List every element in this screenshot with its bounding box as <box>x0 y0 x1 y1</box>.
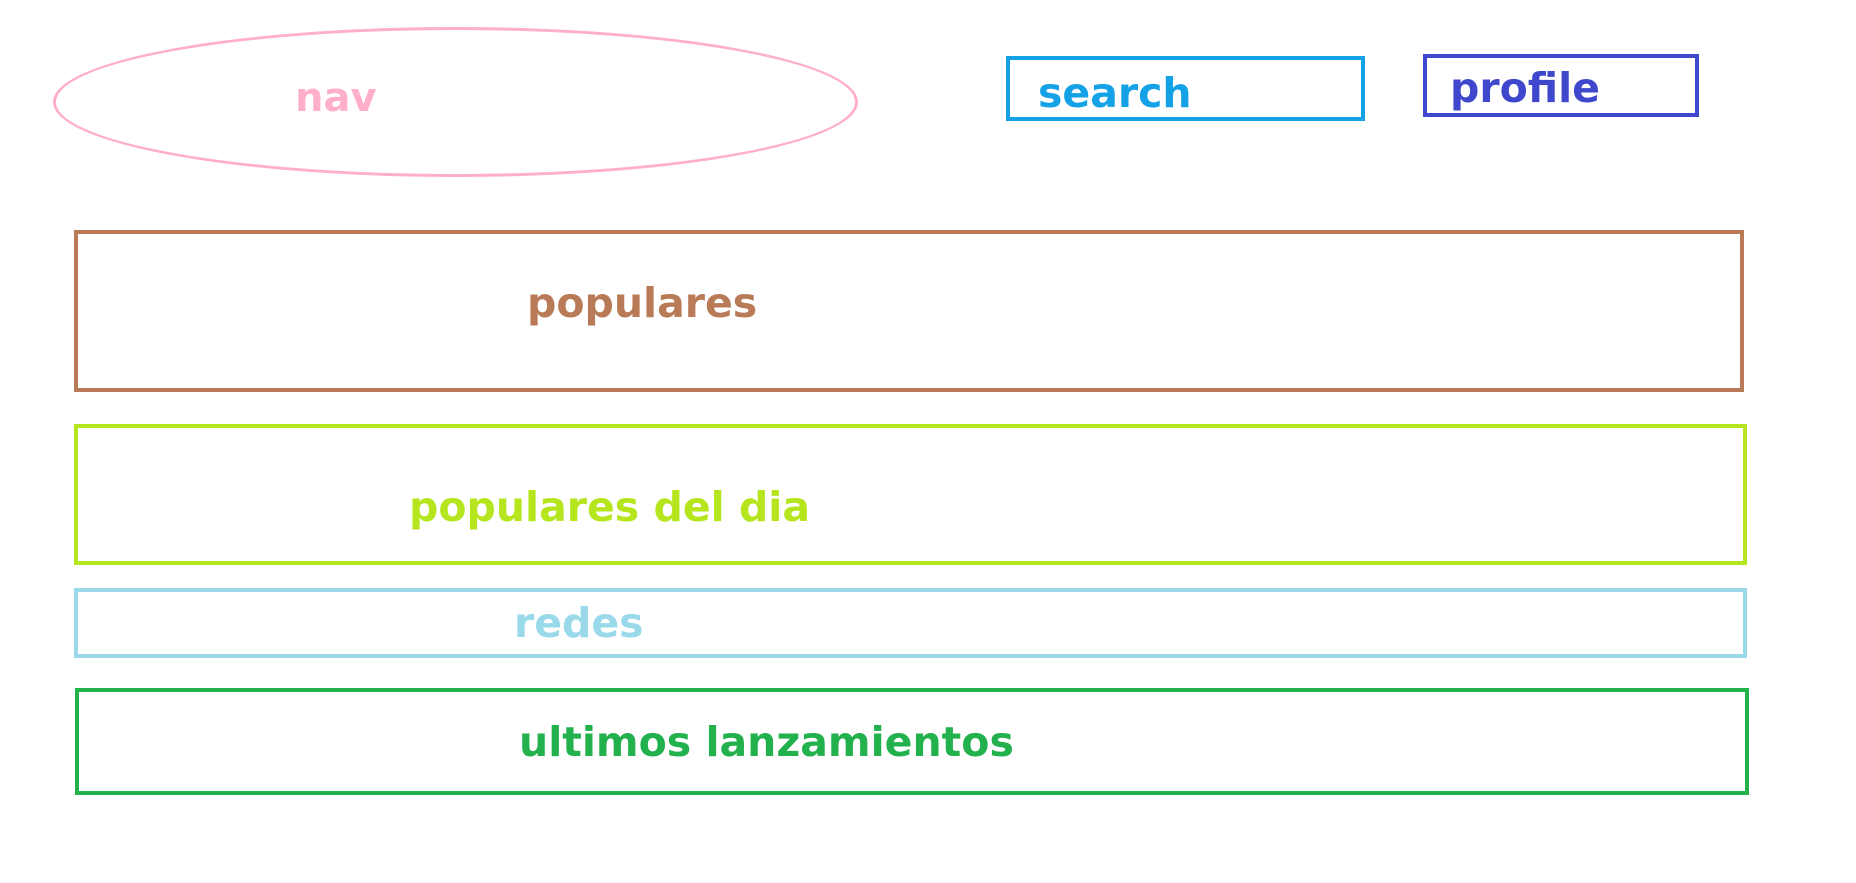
nav-ellipse <box>53 27 858 177</box>
nav-label: nav <box>295 75 377 121</box>
search-label: search <box>1038 69 1192 117</box>
profile-label: profile <box>1450 64 1600 112</box>
populares-label: populares <box>527 279 758 327</box>
redes-label: redes <box>514 599 644 647</box>
ultimos-lanzamientos-label: ultimos lanzamientos <box>519 718 1014 766</box>
redes-section <box>74 588 1747 658</box>
populares-del-dia-label: populares del dia <box>409 483 811 531</box>
populares-del-dia-section <box>74 424 1747 565</box>
populares-section <box>74 230 1744 392</box>
